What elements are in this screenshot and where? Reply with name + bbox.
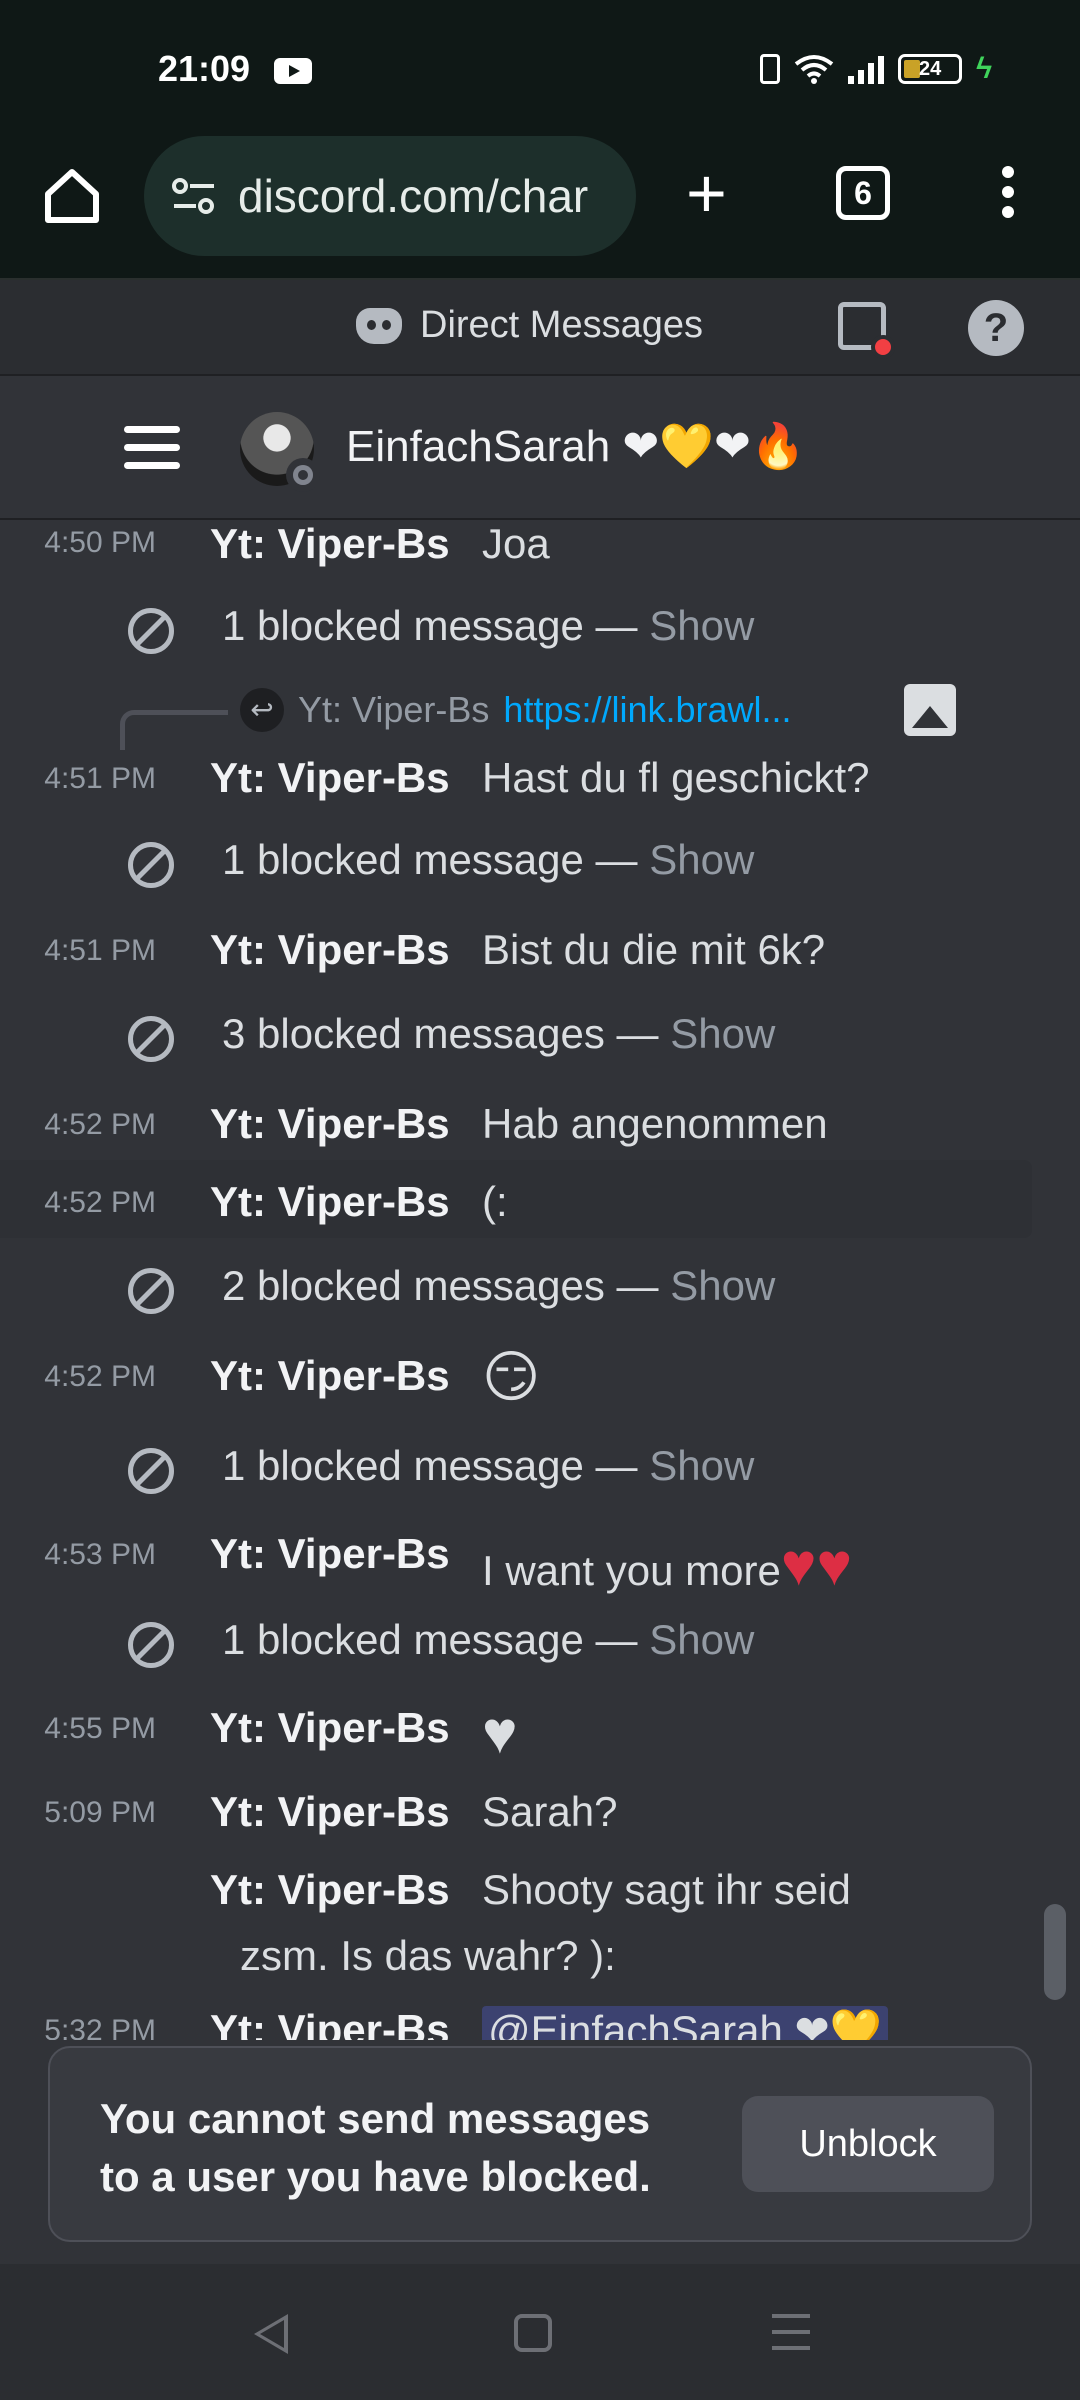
blocked-text: 2 blocked messages — Show xyxy=(222,1262,776,1309)
message-author[interactable]: Yt: Viper-Bs xyxy=(210,1178,450,1226)
message-list[interactable]: 4:50 PM Yt: Viper-Bs Joa 1 blocked messa… xyxy=(0,520,1080,2040)
show-blocked-link[interactable]: Show xyxy=(670,1010,775,1057)
browser-toolbar: discord.com/char + 6 xyxy=(0,130,1080,280)
message-timestamp: 4:51 PM xyxy=(44,934,156,967)
signal-icon xyxy=(848,54,885,84)
show-blocked-link[interactable]: Show xyxy=(670,1262,775,1309)
message-timestamp: 5:09 PM xyxy=(44,1796,156,1829)
unblock-button[interactable]: Unblock xyxy=(742,2096,994,2192)
reply-author[interactable]: Yt: Viper-Bs xyxy=(298,689,489,731)
message-author[interactable]: Yt: Viper-Bs xyxy=(210,926,450,974)
tab-switcher-button[interactable]: 6 xyxy=(836,166,890,220)
blocked-text: 1 blocked message — Show xyxy=(222,836,755,883)
url-text[interactable]: discord.com/char xyxy=(238,169,618,223)
channel-name[interactable]: EinfachSarah ❤💛❤🔥 xyxy=(346,420,806,472)
user-mention[interactable]: @EinfachSarah ❤💛 xyxy=(482,2006,888,2040)
heart-emoji: ♥♥ xyxy=(780,1531,853,1598)
status-time: 21:09 xyxy=(158,48,251,89)
message-author[interactable]: Yt: Viper-Bs xyxy=(210,754,450,802)
blocked-icon xyxy=(128,608,174,654)
status-bar: 21:09 24 ϟ xyxy=(0,0,1080,130)
blocked-icon xyxy=(128,1016,174,1062)
blocked-icon xyxy=(128,1622,174,1668)
blocked-text: 3 blocked messages — Show xyxy=(222,1010,776,1057)
message-content: (: xyxy=(482,1178,508,1225)
new-tab-button[interactable]: + xyxy=(686,158,727,228)
home-nav-icon[interactable] xyxy=(514,2314,552,2352)
blocked-text: 1 blocked message — Show xyxy=(222,1442,755,1489)
message-content: I want you more♥♥ xyxy=(482,1531,853,1598)
message-author[interactable]: Yt: Viper-Bs xyxy=(210,1788,450,1836)
blocked-icon xyxy=(128,1448,174,1494)
message-timestamp: 4:50 PM xyxy=(44,526,156,559)
address-bar[interactable]: discord.com/char xyxy=(144,136,636,256)
blocked-icon xyxy=(128,842,174,888)
blocked-icon xyxy=(128,1268,174,1314)
dm-header: Direct Messages ? xyxy=(0,280,1080,376)
system-navigation-bar xyxy=(0,2264,1080,2400)
blocked-text: 1 blocked message — Show xyxy=(222,1616,755,1663)
recent-apps-icon[interactable] xyxy=(772,2314,810,2362)
show-blocked-link[interactable]: Show xyxy=(649,1616,754,1663)
browser-menu-icon[interactable] xyxy=(998,166,1018,226)
message-content: Hab angenommen xyxy=(482,1100,828,1147)
message-author[interactable]: Yt: Viper-Bs xyxy=(210,1704,450,1752)
message-author[interactable]: Yt: Viper-Bs xyxy=(210,520,450,568)
message-content: Joa xyxy=(482,520,550,567)
hamburger-menu-icon[interactable] xyxy=(124,426,180,470)
wifi-icon xyxy=(794,55,834,84)
message-timestamp: 4:51 PM xyxy=(44,762,156,795)
status-icons: 24 ϟ xyxy=(760,52,992,86)
discord-logo-icon xyxy=(356,307,402,344)
message-content: Shooty sagt ihr seid xyxy=(482,1866,851,1913)
channel-header: EinfachSarah ❤💛❤🔥 xyxy=(0,376,1080,520)
offline-status-icon xyxy=(286,458,320,492)
blocked-user-banner: You cannot send messages to a user you h… xyxy=(48,2046,1032,2242)
message-author[interactable]: Yt: Viper-Bs xyxy=(210,1530,450,1578)
message-timestamp: 5:32 PM xyxy=(44,2014,156,2040)
message-timestamp: 4:52 PM xyxy=(44,1186,156,1219)
smirk-emoji: 😏 xyxy=(482,1345,541,1408)
battery-level: 24 xyxy=(918,58,942,80)
show-blocked-link[interactable]: Show xyxy=(649,836,754,883)
charging-icon: ϟ xyxy=(976,52,992,85)
reply-connector xyxy=(120,710,228,750)
vibrate-icon xyxy=(760,54,781,84)
site-settings-icon[interactable] xyxy=(170,176,218,216)
message-author[interactable]: Yt: Viper-Bs xyxy=(210,1352,450,1400)
message-content-continued: zsm. Is das wahr? ): xyxy=(240,1932,616,1979)
blocked-notice: You cannot send messages to a user you h… xyxy=(100,2095,651,2200)
message-author[interactable]: Yt: Viper-Bs xyxy=(210,1866,450,1914)
dm-title-group: Direct Messages xyxy=(356,304,703,347)
home-icon[interactable] xyxy=(40,164,104,228)
scrollbar[interactable] xyxy=(1044,1904,1066,2000)
dm-title: Direct Messages xyxy=(420,304,703,346)
battery-icon: 24 xyxy=(898,54,963,84)
image-attachment-icon xyxy=(904,684,956,736)
message-timestamp: 4:52 PM xyxy=(44,1108,156,1141)
reply-link[interactable]: https://link.brawl... xyxy=(503,689,791,731)
message-content: Sarah? xyxy=(482,1788,618,1835)
message-content: Bist du die mit 6k? xyxy=(482,926,826,973)
reply-icon: ↩ xyxy=(240,688,284,732)
reply-preview[interactable]: ↩ Yt: Viper-Bs https://link.brawl... xyxy=(240,688,792,732)
help-icon[interactable]: ? xyxy=(968,300,1024,356)
inbox-icon[interactable] xyxy=(838,302,895,359)
show-blocked-link[interactable]: Show xyxy=(649,1442,754,1489)
message-author[interactable]: Yt: Viper-Bs xyxy=(210,1100,450,1148)
heart-emoji: ♥ xyxy=(482,1699,518,1766)
blocked-text: 1 blocked message — Show xyxy=(222,602,755,649)
message-timestamp: 4:53 PM xyxy=(44,1538,156,1571)
back-icon[interactable] xyxy=(254,2314,288,2354)
message-timestamp: 4:52 PM xyxy=(44,1360,156,1393)
message-timestamp: 4:55 PM xyxy=(44,1712,156,1745)
message-content: Hast du fl geschickt? xyxy=(482,754,870,801)
youtube-notification-icon xyxy=(274,58,312,84)
show-blocked-link[interactable]: Show xyxy=(649,602,754,649)
notification-dot xyxy=(871,335,895,359)
message-author[interactable]: Yt: Viper-Bs xyxy=(210,2006,450,2040)
